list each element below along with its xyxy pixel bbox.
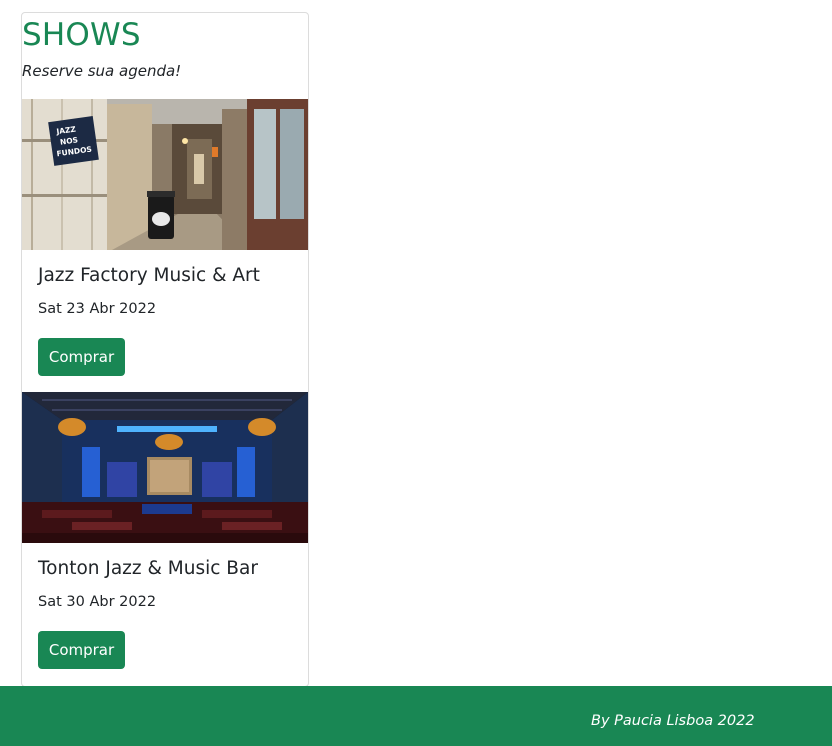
page-title: SHOWS <box>22 17 141 53</box>
event-body: Jazz Factory Music & Art Sat 23 Abr 2022… <box>22 250 308 392</box>
event-image-jazz-factory: JAZZ NOS FUNDOS <box>22 99 308 250</box>
event-image-tonton-jazz <box>22 392 308 543</box>
event-item-tonton-jazz: Tonton Jazz & Music Bar Sat 30 Abr 2022 … <box>22 392 308 685</box>
buy-button[interactable]: Comprar <box>38 338 125 376</box>
page-subtitle: Reserve sua agenda! <box>22 62 182 80</box>
event-body: Tonton Jazz & Music Bar Sat 30 Abr 2022 … <box>22 543 308 685</box>
buy-button[interactable]: Comprar <box>38 631 125 669</box>
footer-credit: By Paucia Lisboa 2022 <box>591 713 755 729</box>
event-title: Jazz Factory Music & Art <box>38 265 260 286</box>
event-item-jazz-factory: JAZZ NOS FUNDOS Jazz Factory Music & Art… <box>22 99 308 392</box>
event-date: Sat 30 Abr 2022 <box>38 594 157 610</box>
event-title: Tonton Jazz & Music Bar <box>38 558 258 579</box>
footer: By Paucia Lisboa 2022 <box>0 686 832 746</box>
event-date: Sat 23 Abr 2022 <box>38 301 157 317</box>
shows-card: SHOWS Reserve sua agenda! JAZZ NOS FUNDO… <box>21 12 309 687</box>
